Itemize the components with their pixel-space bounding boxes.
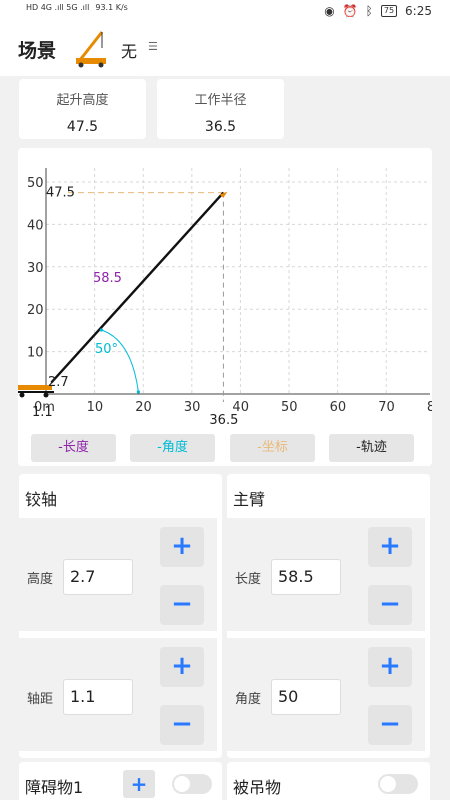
lift-height-card: 起升高度 47.5 (19, 79, 146, 139)
chip-trajectory[interactable]: -轨迹 (329, 434, 414, 462)
hinge-panel: 铰轴 高度 2.7 + − 轴距 1.1 + − (19, 474, 222, 758)
y-tick-label: 50 (27, 176, 44, 191)
boom-line (50, 191, 225, 384)
boom-length-label: 58.5 (93, 271, 122, 286)
boom-angle-minus-button[interactable]: − (368, 705, 412, 745)
lift-height-value: 47.5 (66, 119, 99, 135)
load-panel: 被吊物 (227, 762, 430, 800)
x-tick-label: 60 (330, 400, 347, 415)
angle-arc (101, 329, 139, 392)
alarm-icon: ⏰ (342, 4, 358, 18)
y-tick-label: 40 (27, 218, 44, 233)
crane-wheel (43, 392, 49, 398)
chip-length[interactable]: -长度 (31, 434, 116, 462)
angle-arc-end-dot (136, 390, 140, 394)
pivot-distance-label: 1.1 (32, 405, 53, 420)
hinge-distance-row: 轴距 1.1 + − (19, 638, 217, 751)
y-tick-label: 10 (27, 346, 44, 361)
boom-chart[interactable]: 0m 10 20 30 40 50 60 70 8102030405047.536.558.55… (18, 148, 432, 430)
y-tick-label: 20 (27, 303, 44, 318)
hinge-height-plus-button[interactable]: + (160, 527, 204, 567)
crane-thumbnail-icon[interactable] (72, 28, 114, 70)
hinge-height-input[interactable]: 2.7 (63, 559, 133, 595)
pivot-height-label: 2.7 (48, 375, 69, 390)
boom-angle-input[interactable]: 50 (271, 679, 341, 715)
status-bar: HD 4G .ıll 5G .ıll 93.1 K/s ◉ ⏰ ᛒ 75 6:2… (0, 0, 450, 24)
obstacle-panel: 障碍物1 + (19, 762, 222, 800)
hinge-distance-plus-button[interactable]: + (160, 647, 204, 687)
header: 场景 无 ☰ (0, 24, 450, 76)
x-tick-label: 10 (87, 400, 104, 415)
hinge-distance-minus-button[interactable]: − (160, 705, 204, 745)
y-tick-label: 30 (27, 261, 44, 276)
boom-length-plus-button[interactable]: + (368, 527, 412, 567)
x-tick-label: 70 (378, 400, 395, 415)
hinge-distance-input[interactable]: 1.1 (63, 679, 133, 715)
system-icons: ◉ ⏰ ᛒ 75 6:25 (324, 4, 432, 18)
stats-row: 起升高度 47.5 工作半径 36.5 (0, 76, 450, 148)
load-label: 被吊物 (233, 778, 282, 797)
x-tick-label: 8 (427, 400, 432, 415)
hinge-height-row: 高度 2.7 + − (19, 518, 217, 631)
chip-angle[interactable]: -角度 (130, 434, 215, 462)
boom-angle-plus-button[interactable]: + (368, 647, 412, 687)
boom-length-minus-button[interactable]: − (368, 585, 412, 625)
work-radius-card: 工作半径 36.5 (157, 79, 284, 139)
obstacle-label: 障碍物1 (25, 778, 84, 797)
work-radius-label: 工作半径 (194, 93, 247, 108)
lift-height-label: 起升高度 (56, 93, 109, 108)
crane-base (18, 385, 52, 390)
work-radius-value: 36.5 (204, 119, 237, 135)
clock-text: 6:25 (405, 4, 432, 18)
scene-select[interactable]: 无 (121, 38, 137, 62)
network-status: HD 4G .ıll 5G .ıll 93.1 K/s (26, 3, 128, 12)
crane-wheel (19, 392, 25, 398)
boom-length-input[interactable]: 58.5 (271, 559, 341, 595)
hinge-distance-label: 轴距 (27, 692, 54, 707)
bluetooth-icon: ᛒ (365, 4, 373, 18)
tip-radius-label: 36.5 (209, 413, 238, 428)
signal-text: HD 4G .ıll 5G .ıll (26, 3, 90, 12)
boom-chart-card: 0m 10 20 30 40 50 60 70 8 10 20 30 40 50 47.5 36.5 58.5 5… (18, 148, 432, 466)
page-title: 场景 (18, 40, 57, 62)
load-toggle[interactable] (378, 774, 418, 794)
obstacle-toggle[interactable] (172, 774, 212, 794)
boom-angle-label: 50° (95, 342, 118, 357)
add-obstacle-button[interactable]: + (123, 770, 155, 798)
x-tick-label: 50 (281, 400, 298, 415)
boom-panel: 主臂 长度 58.5 + − 角度 50 + − (227, 474, 430, 758)
chip-coordinate[interactable]: -坐标 (230, 434, 315, 462)
x-tick-label: 20 (135, 400, 152, 415)
boom-length-row: 长度 58.5 + − (227, 518, 425, 631)
hinge-height-label: 高度 (27, 572, 54, 587)
menu-icon[interactable]: ☰ (148, 40, 158, 53)
speed-text: 93.1 K/s (95, 3, 128, 12)
eye-icon: ◉ (324, 4, 335, 18)
x-tick-label: 30 (184, 400, 201, 415)
boom-angle-row: 角度 50 + − (227, 638, 425, 751)
hinge-title: 铰轴 (25, 490, 58, 509)
boom-length-label: 长度 (235, 572, 262, 587)
legend-chips: -长度 -角度 -坐标 -轨迹 (30, 434, 430, 464)
angle-arc-start-dot (99, 328, 104, 332)
tip-height-label: 47.5 (46, 186, 75, 201)
hinge-height-minus-button[interactable]: − (160, 585, 204, 625)
boom-title: 主臂 (233, 490, 266, 509)
boom-angle-label: 角度 (235, 692, 262, 707)
battery-icon: 75 (380, 5, 398, 17)
